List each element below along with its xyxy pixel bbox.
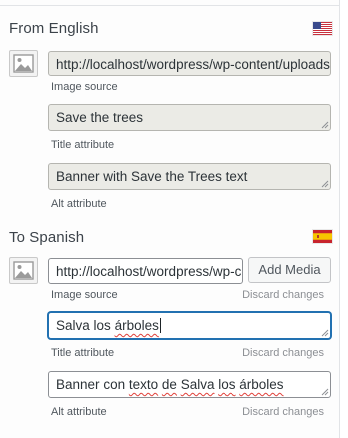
source-title-text: Save the trees: [56, 110, 144, 125]
source-alt-text: Banner with Save the Trees text: [56, 169, 248, 184]
source-image-source-label: Image source: [51, 81, 118, 93]
source-title-field: Save the trees: [48, 104, 331, 131]
target-alt-label: Alt attribute: [51, 406, 107, 418]
resize-handle-icon[interactable]: [321, 329, 329, 337]
misspelled-word: árboles: [239, 377, 284, 392]
target-image-source-input[interactable]: http://localhost/wordpress/wp-content/up…: [48, 258, 243, 284]
discard-changes-alt-link[interactable]: Discard changes: [242, 406, 324, 418]
target-alt-word: con: [103, 377, 126, 392]
us-flag-icon: [313, 22, 332, 35]
target-alt-word: Banner: [56, 377, 100, 392]
target-alt-input[interactable]: Banner con texto de Salva los árboles: [48, 371, 331, 398]
spain-flag-icon: [313, 230, 332, 243]
misspelled-word: los: [218, 377, 236, 392]
discard-changes-image-source-link[interactable]: Discard changes: [242, 289, 324, 301]
discard-changes-title-link[interactable]: Discard changes: [242, 347, 324, 359]
source-language-heading: From English: [9, 20, 99, 37]
target-image-placeholder-icon[interactable]: [9, 257, 38, 284]
source-image-source-field: http://localhost/wordpress/wp-content/up…: [48, 51, 331, 76]
resize-handle-icon[interactable]: [321, 388, 329, 396]
text-caret: [159, 318, 161, 333]
resize-handle-icon: [321, 121, 329, 129]
add-media-button[interactable]: Add Media: [248, 257, 331, 283]
misspelled-word: Salva: [180, 377, 215, 392]
misspelled-word: árboles: [114, 318, 159, 333]
top-divider: [0, 5, 340, 6]
target-title-label: Title attribute: [51, 347, 115, 359]
target-title-word: los: [93, 318, 111, 333]
source-title-label: Title attribute: [51, 139, 115, 151]
target-title-input[interactable]: Salva los árboles: [48, 312, 331, 339]
target-image-source-label: Image source: [51, 289, 118, 301]
misspelled-word: de: [161, 377, 177, 392]
source-alt-label: Alt attribute: [51, 198, 107, 210]
source-alt-field: Banner with Save the Trees text: [48, 163, 331, 190]
resize-handle-icon: [321, 180, 329, 188]
target-language-heading: To Spanish: [9, 229, 85, 246]
source-image-placeholder-icon: [9, 50, 38, 77]
misspelled-word: texto: [128, 377, 159, 392]
target-title-word: Salva: [56, 318, 90, 333]
translation-panel: From English http://localhost/wordpress/…: [0, 0, 340, 438]
